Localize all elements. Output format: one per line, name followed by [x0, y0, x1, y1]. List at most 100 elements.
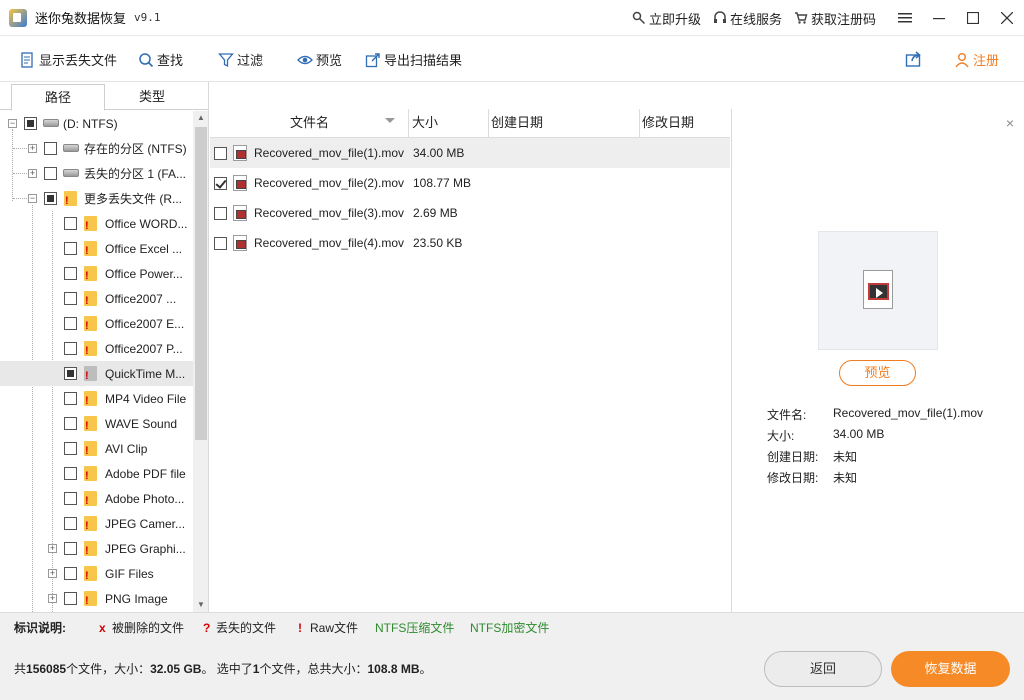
maximize-button[interactable]: [956, 0, 990, 36]
column-size[interactable]: 大小: [409, 109, 489, 137]
file-checkbox[interactable]: [214, 177, 227, 190]
collapse-icon[interactable]: −: [8, 119, 17, 128]
tree-checkbox[interactable]: [64, 392, 77, 405]
info-created-value: 未知: [833, 450, 858, 464]
scroll-thumb[interactable]: [195, 127, 207, 440]
expand-icon[interactable]: +: [48, 544, 57, 553]
tree-checkbox[interactable]: [44, 167, 57, 180]
find-button[interactable]: 查找: [138, 50, 183, 69]
column-name[interactable]: 文件名: [210, 109, 409, 137]
app-logo-icon: [9, 8, 27, 27]
video-file-icon: [233, 175, 247, 191]
filter-button[interactable]: 过滤: [218, 50, 263, 69]
recover-data-button[interactable]: 恢复数据: [891, 651, 1010, 687]
expand-icon[interactable]: +: [48, 569, 57, 578]
tree-checkbox[interactable]: [64, 342, 77, 355]
tree-item-existing-partition[interactable]: + 存在的分区 (NTFS): [0, 136, 193, 161]
tree-label: Office2007 E...: [105, 316, 185, 331]
preview-button[interactable]: 预览: [839, 360, 916, 386]
tree-checkbox[interactable]: [44, 142, 57, 155]
scroll-up-icon[interactable]: ▲: [193, 111, 208, 125]
tree-child-wave[interactable]: ! WAVE Sound: [0, 411, 193, 436]
collapse-icon[interactable]: −: [28, 194, 37, 203]
preview-toolbar-label: 预览: [316, 53, 343, 68]
key-icon: [632, 11, 645, 25]
upgrade-link[interactable]: 立即升级: [632, 9, 701, 28]
tree-checkbox[interactable]: [24, 117, 37, 130]
file-checkbox[interactable]: [214, 207, 227, 220]
minimize-icon: [933, 18, 945, 20]
file-row[interactable]: Recovered_mov_file(1).mov 34.00 MB: [210, 138, 730, 168]
export-scan-button[interactable]: 导出扫描结果: [365, 50, 462, 69]
tree-child-office-word[interactable]: ! Office WORD...: [0, 211, 193, 236]
tree-item-lost-partition[interactable]: + 丢失的分区 1 (FA...: [0, 161, 193, 186]
file-checkbox[interactable]: [214, 147, 227, 160]
tree-checkbox[interactable]: [64, 242, 77, 255]
column-modified[interactable]: 修改日期: [640, 109, 730, 137]
tree-child-office-powerpoint[interactable]: ! Office Power...: [0, 261, 193, 286]
tree-checkbox[interactable]: [64, 367, 77, 380]
tree-child-gif[interactable]: + ! GIF Files: [0, 561, 193, 586]
close-button[interactable]: [990, 0, 1024, 36]
tree-checkbox[interactable]: [64, 217, 77, 230]
tree-child-jpeg-camera[interactable]: ! JPEG Camer...: [0, 511, 193, 536]
folder-icon: !: [84, 541, 97, 557]
file-row[interactable]: Recovered_mov_file(4).mov 23.50 KB: [210, 228, 730, 258]
tree-child-quicktime[interactable]: ! QuickTime M...: [0, 361, 193, 386]
preview-toolbar-button[interactable]: 预览: [297, 50, 342, 69]
share-button[interactable]: [905, 50, 923, 71]
tree-checkbox[interactable]: [64, 442, 77, 455]
register-button[interactable]: 注册: [954, 50, 999, 69]
file-checkbox[interactable]: [214, 237, 227, 250]
tree-root-drive[interactable]: − (D: NTFS): [0, 111, 193, 136]
online-service-link[interactable]: 在线服务: [713, 9, 782, 28]
expand-icon[interactable]: +: [28, 169, 37, 178]
legend-bar: 标识说明: x 被删除的文件 ? 丢失的文件 ! Raw文件 NTFS压缩文件 …: [0, 612, 1024, 642]
tree-checkbox[interactable]: [64, 567, 77, 580]
expand-icon[interactable]: +: [48, 594, 57, 603]
expand-icon[interactable]: +: [28, 144, 37, 153]
tree-label: 丢失的分区 1 (FA...: [84, 167, 187, 181]
tree-checkbox[interactable]: [64, 542, 77, 555]
tree-checkbox[interactable]: [44, 192, 57, 205]
tree-child-office2007-word[interactable]: ! Office2007 ...: [0, 286, 193, 311]
tree-child-office-excel[interactable]: ! Office Excel ...: [0, 236, 193, 261]
get-code-link[interactable]: 获取注册码: [794, 9, 876, 28]
minimize-button[interactable]: [922, 0, 956, 36]
tree-child-office2007-ppt[interactable]: ! Office2007 P...: [0, 336, 193, 361]
tree-item-more-lost-files[interactable]: − ! 更多丢失文件 (R...: [0, 186, 193, 211]
tree-checkbox[interactable]: [64, 417, 77, 430]
tree-checkbox[interactable]: [64, 517, 77, 530]
folder-icon: !: [84, 341, 97, 357]
folder-icon: !: [64, 191, 77, 207]
file-row[interactable]: Recovered_mov_file(2).mov 108.77 MB: [210, 168, 730, 198]
file-size: 2.69 MB: [413, 206, 458, 220]
column-created[interactable]: 创建日期: [489, 109, 640, 137]
tree-child-mp4[interactable]: ! MP4 Video File: [0, 386, 193, 411]
info-size-value: 34.00 MB: [833, 427, 885, 441]
tree-checkbox[interactable]: [64, 467, 77, 480]
tree-scrollbar[interactable]: ▲ ▼: [193, 111, 208, 612]
tab-path[interactable]: 路径: [11, 84, 105, 111]
tree-child-pdf[interactable]: ! Adobe PDF file: [0, 461, 193, 486]
scroll-down-icon[interactable]: ▼: [193, 598, 208, 612]
back-button[interactable]: 返回: [764, 651, 882, 687]
file-size: 23.50 KB: [413, 236, 463, 250]
tree-child-office2007-excel[interactable]: ! Office2007 E...: [0, 311, 193, 336]
tree-checkbox[interactable]: [64, 292, 77, 305]
tree-child-avi[interactable]: ! AVI Clip: [0, 436, 193, 461]
tree-child-photoshop[interactable]: ! Adobe Photo...: [0, 486, 193, 511]
tab-type[interactable]: 类型: [105, 84, 199, 111]
tree-checkbox[interactable]: [64, 317, 77, 330]
tree-checkbox[interactable]: [64, 267, 77, 280]
tree-checkbox[interactable]: [64, 492, 77, 505]
column-created-label: 创建日期: [491, 115, 544, 130]
tree-child-png[interactable]: + ! PNG Image: [0, 586, 193, 611]
menu-button[interactable]: [888, 0, 922, 36]
tree-checkbox[interactable]: [64, 592, 77, 605]
drive-icon: [63, 169, 79, 177]
tree-child-jpeg-graphic[interactable]: + ! JPEG Graphi...: [0, 536, 193, 561]
close-preview-icon[interactable]: ×: [1006, 115, 1014, 131]
file-row[interactable]: Recovered_mov_file(3).mov 2.69 MB: [210, 198, 730, 228]
show-lost-files-button[interactable]: 显示丢失文件: [20, 50, 117, 69]
